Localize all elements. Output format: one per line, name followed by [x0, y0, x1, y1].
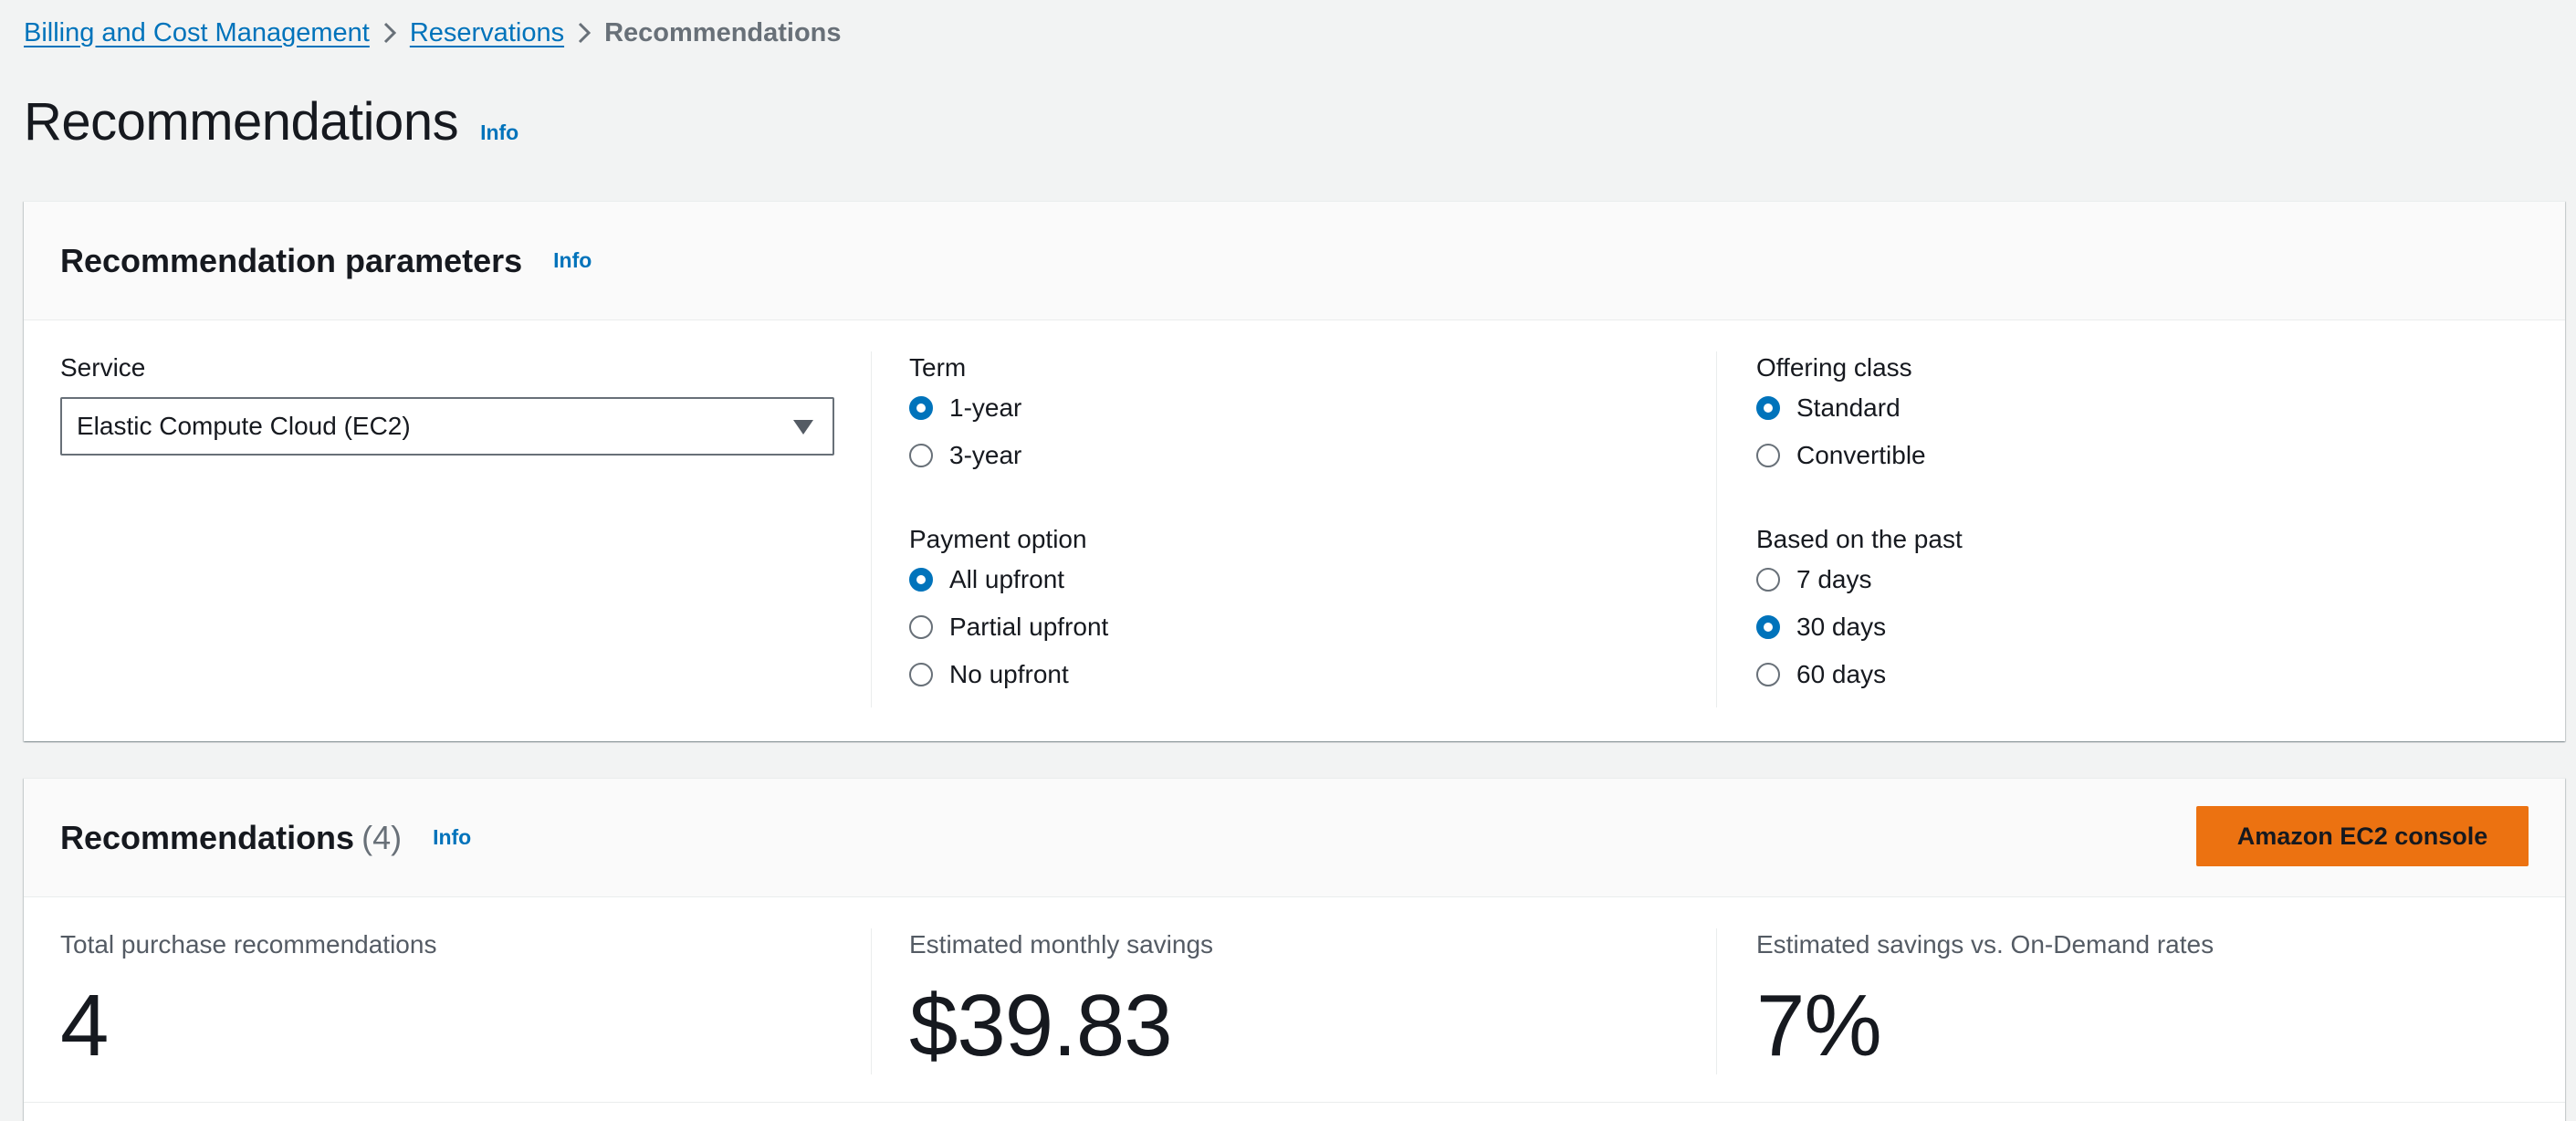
offering-class-field: Offering class Standard Convertible [1756, 351, 1926, 479]
radio-checked-icon[interactable] [1756, 396, 1780, 420]
service-field: Service [60, 351, 145, 384]
radio-unchecked-icon[interactable] [1756, 568, 1780, 592]
radio-unchecked-icon[interactable] [909, 663, 933, 686]
radio-unchecked-icon[interactable] [909, 444, 933, 467]
service-select[interactable]: Elastic Compute Cloud (EC2) [60, 397, 834, 456]
term-label: Term [909, 353, 967, 382]
metric-label: Total purchase recommendations [60, 930, 437, 959]
based-on-option-label: 60 days [1796, 660, 1887, 688]
column-divider [1716, 928, 1717, 1074]
page-info-link[interactable]: Info [480, 120, 518, 145]
recommendation-parameters-panel: Recommendation parameters Info Service E… [24, 201, 2565, 741]
term-option-label: 3-year [949, 441, 1022, 469]
recs-panel-title: Recommendations (4) [60, 819, 402, 857]
payment-radio-all-upfront[interactable]: All upfront [909, 556, 1108, 603]
radio-checked-icon[interactable] [909, 396, 933, 420]
offering-option-label: Standard [1796, 393, 1901, 422]
params-panel-header: Recommendation parameters Info [24, 202, 2565, 320]
term-radio-1-year[interactable]: 1-year [909, 384, 1021, 432]
column-divider [1716, 351, 1717, 707]
metric-label: Estimated savings vs. On-Demand rates [1756, 930, 2215, 959]
breadcrumb-current: Recommendations [604, 17, 842, 47]
offering-option-label: Convertible [1796, 441, 1926, 469]
based-on-option-label: 7 days [1796, 565, 1872, 593]
offering-class-label: Offering class [1756, 353, 1912, 382]
recommendations-panel: Recommendations (4) Info Amazon EC2 conso… [24, 778, 2565, 1121]
based-on-option-label: 30 days [1796, 613, 1887, 641]
panel-divider [24, 1102, 2565, 1103]
chevron-right-icon [370, 16, 410, 49]
radio-unchecked-icon[interactable] [1756, 663, 1780, 686]
recs-panel-title-text: Recommendations [60, 818, 355, 856]
recs-count: (4) [361, 818, 403, 856]
term-option-label: 1-year [949, 393, 1022, 422]
amazon-ec2-console-button[interactable]: Amazon EC2 console [2196, 806, 2529, 866]
metric-monthly-savings: Estimated monthly savings $39.83 [909, 928, 1213, 1076]
based-on-radio-30-days[interactable]: 30 days [1756, 603, 1963, 651]
radio-unchecked-icon[interactable] [909, 615, 933, 639]
metric-savings-vs-on-demand: Estimated savings vs. On-Demand rates 7% [1756, 928, 2214, 1076]
payment-option-label: Payment option [909, 525, 1087, 553]
metric-total-recommendations: Total purchase recommendations 4 [60, 928, 436, 1076]
payment-option-field: Payment option All upfront Partial upfro… [909, 523, 1108, 698]
caret-down-icon [793, 420, 813, 435]
breadcrumb: Billing and Cost Management Reservations… [24, 16, 842, 49]
metric-value: 4 [60, 977, 109, 1074]
params-info-link[interactable]: Info [553, 248, 592, 273]
recs-info-link[interactable]: Info [433, 825, 471, 850]
offering-radio-standard[interactable]: Standard [1756, 384, 1926, 432]
breadcrumb-billing-link[interactable]: Billing and Cost Management [24, 18, 370, 48]
metric-label: Estimated monthly savings [909, 930, 1214, 959]
metric-value: $39.83 [909, 977, 1173, 1074]
service-label: Service [60, 353, 146, 382]
payment-option-label: No upfront [949, 660, 1069, 688]
radio-checked-icon[interactable] [909, 568, 933, 592]
radio-checked-icon[interactable] [1756, 615, 1780, 639]
radio-unchecked-icon[interactable] [1756, 444, 1780, 467]
term-radio-3-year[interactable]: 3-year [909, 432, 1021, 479]
page-header: Recommendations Info [24, 91, 518, 155]
payment-option-label: All upfront [949, 565, 1065, 593]
based-on-past-label: Based on the past [1756, 525, 1963, 553]
recs-panel-header: Recommendations (4) Info Amazon EC2 conso… [24, 779, 2565, 897]
offering-radio-convertible[interactable]: Convertible [1756, 432, 1926, 479]
based-on-radio-7-days[interactable]: 7 days [1756, 556, 1963, 603]
params-panel-title: Recommendation parameters [60, 241, 523, 279]
metric-value: 7% [1756, 977, 1882, 1074]
service-select-value: Elastic Compute Cloud (EC2) [77, 412, 411, 440]
based-on-radio-60-days[interactable]: 60 days [1756, 651, 1963, 698]
payment-option-label: Partial upfront [949, 613, 1109, 641]
payment-radio-partial-upfront[interactable]: Partial upfront [909, 603, 1108, 651]
page-title: Recommendations [24, 92, 459, 152]
chevron-right-icon [564, 16, 604, 49]
breadcrumb-reservations-link[interactable]: Reservations [410, 18, 564, 48]
payment-radio-no-upfront[interactable]: No upfront [909, 651, 1108, 698]
column-divider [871, 928, 872, 1074]
column-divider [871, 351, 872, 707]
term-field: Term 1-year 3-year [909, 351, 1021, 479]
based-on-past-field: Based on the past 7 days 30 days 60 days [1756, 523, 1963, 698]
